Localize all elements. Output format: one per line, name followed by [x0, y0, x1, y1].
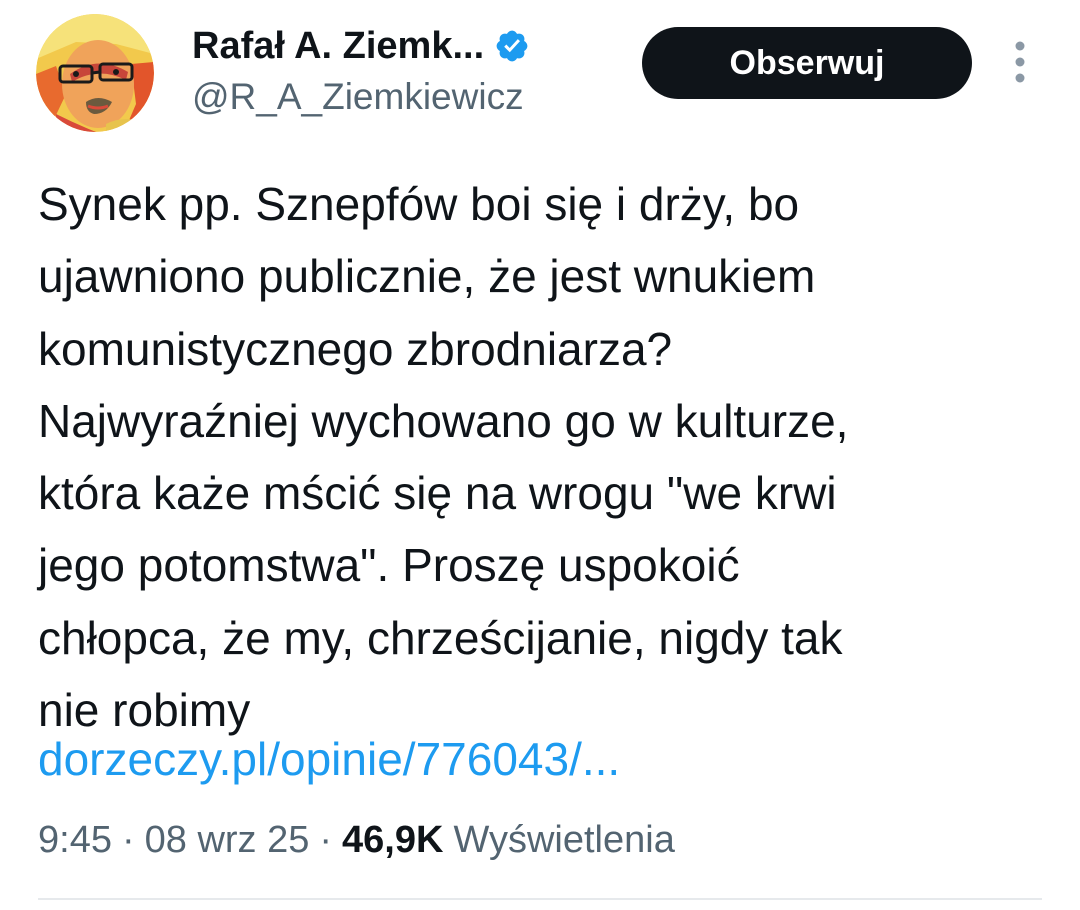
author-display-name[interactable]: Rafał A. Ziemk...	[192, 25, 484, 68]
tweet-text-line: komunistycznego zbrodniarza?	[38, 322, 673, 375]
tweet-text-line: jego potomstwa". Proszę uspokoić	[38, 539, 740, 592]
follow-button[interactable]: Obserwuj	[642, 27, 972, 99]
meta-separator: ·	[121, 818, 135, 861]
tweet-meta: 9:45 · 08 wrz 25 · 46,9K Wyświetlenia	[38, 812, 675, 868]
tweet-text-line: która każe mścić się na wrogu "we krwi	[38, 467, 837, 520]
tweet-text-line: ujawniono publicznie, że jest wnukiem	[38, 250, 816, 303]
tweet-text-line: Synek pp. Sznepfów boi się i drży, bo	[38, 178, 800, 230]
more-options-icon[interactable]	[1004, 38, 1036, 90]
tweet-link[interactable]: dorzeczy.pl/opinie/776043/...	[38, 723, 620, 795]
tweet-text-line: Najwyraźniej wychowano go w kulturze,	[38, 394, 849, 447]
tweet-date[interactable]: 08 wrz 25	[145, 819, 310, 862]
tweet-time[interactable]: 9:45	[38, 819, 112, 862]
author-name-row: Rafał A. Ziemk...	[192, 22, 530, 70]
tweet-card: Rafał A. Ziemk... @R_A_Ziemkiewicz Obser…	[0, 0, 1080, 910]
author-avatar[interactable]	[36, 14, 154, 132]
divider	[38, 898, 1042, 900]
views-label: Wyświetlenia	[453, 818, 675, 861]
tweet-text-line: chłopca, że my, chrześcijanie, nigdy tak	[38, 611, 843, 664]
views-count: 46,9K	[342, 818, 444, 861]
author-handle[interactable]: @R_A_Ziemkiewicz	[192, 76, 524, 118]
verified-badge-icon	[494, 28, 530, 64]
avatar-illustration	[36, 14, 154, 132]
tweet-text: Synek pp. Sznepfów boi się i drży, bo uj…	[38, 168, 1048, 746]
meta-separator: ·	[319, 818, 333, 861]
